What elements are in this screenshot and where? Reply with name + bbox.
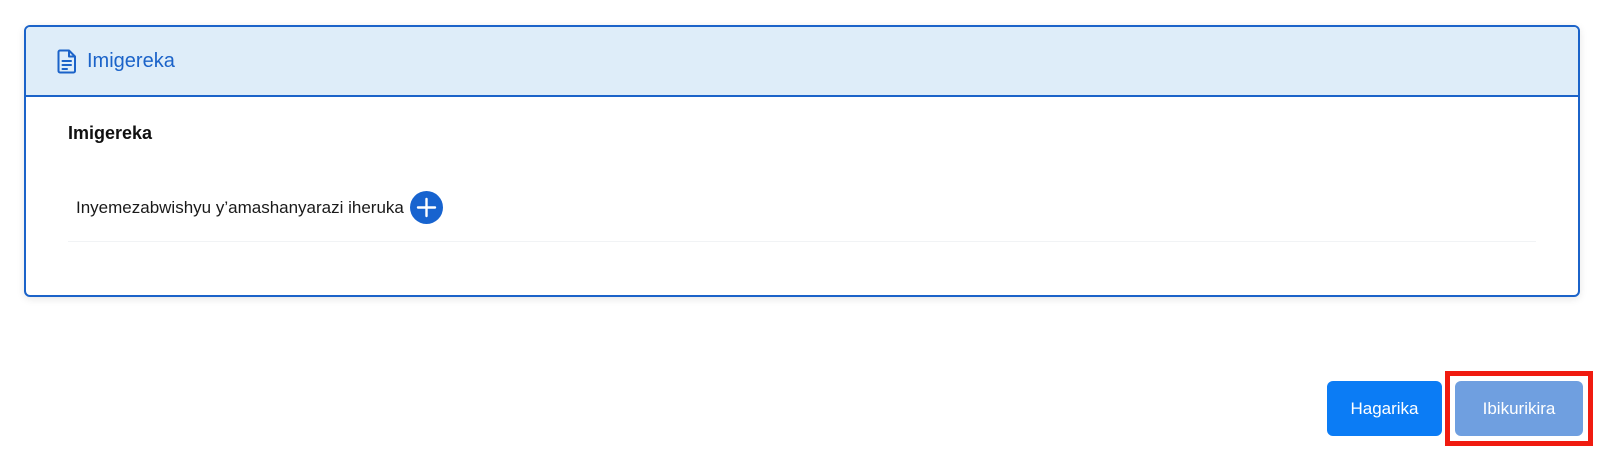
add-attachment-button[interactable]: [409, 191, 443, 224]
card-header: Imigereka: [26, 27, 1578, 97]
attachments-card: Imigereka Imigereka Inyemezabwishyu y’am…: [24, 25, 1580, 297]
card-title: Imigereka: [87, 49, 175, 72]
card-body: Imigereka Inyemezabwishyu y’amashanyaraz…: [26, 97, 1578, 242]
attachment-row: Inyemezabwishyu y’amashanyarazi iheruka: [68, 191, 1536, 242]
highlight-box: [1445, 371, 1593, 446]
document-icon: [56, 48, 78, 74]
cancel-button[interactable]: Hagarika: [1327, 381, 1442, 436]
plus-icon: [416, 197, 437, 218]
section-title: Imigereka: [68, 123, 153, 143]
attachment-label: Inyemezabwishyu y’amashanyarazi iheruka: [76, 197, 404, 217]
